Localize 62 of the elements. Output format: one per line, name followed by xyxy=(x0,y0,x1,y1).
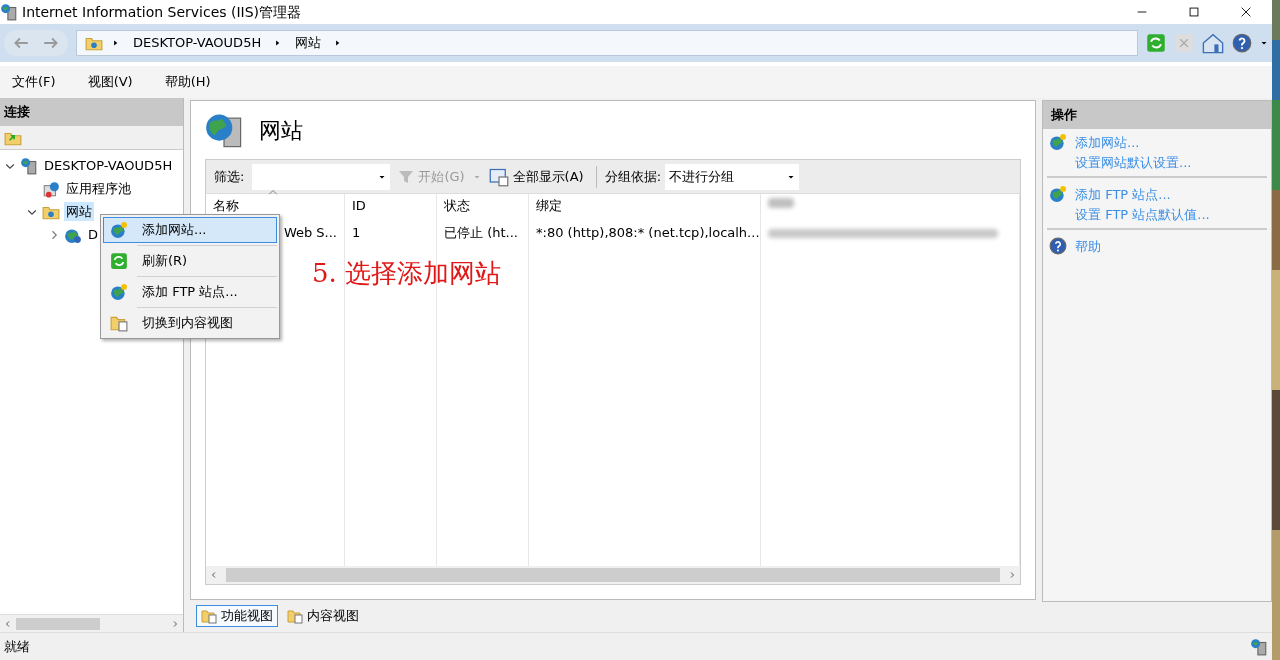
table-cell-text: *:80 (http),808:* (net.tcp),localh... xyxy=(536,224,760,243)
show-all-button[interactable]: 全部显示(A) xyxy=(484,166,588,187)
menu-item[interactable]: 添加网站... xyxy=(103,217,277,243)
column-header[interactable]: 名称 xyxy=(213,198,239,213)
menu-item[interactable]: 刷新(R) xyxy=(103,248,277,274)
document-folder-icon xyxy=(287,608,303,624)
column-header[interactable]: ID xyxy=(352,198,366,213)
maximize-icon[interactable] xyxy=(1187,5,1201,19)
table-cell-text: Web S... xyxy=(283,224,337,243)
table-cell-text: 已停止 (ht... xyxy=(444,224,518,243)
menu-item[interactable]: 文件(F) xyxy=(8,72,60,92)
refresh-list-icon xyxy=(488,166,509,187)
horizontal-scrollbar[interactable] xyxy=(0,614,183,632)
document-folder-icon xyxy=(110,314,128,332)
close-icon[interactable] xyxy=(1239,5,1253,19)
stop-icon[interactable] xyxy=(1174,33,1194,53)
address-field[interactable]: DESKTOP-VAOUD5H 网站 xyxy=(76,30,1138,56)
scroll-right-icon xyxy=(1008,571,1016,579)
server-icon xyxy=(1250,637,1268,656)
column-header[interactable]: 绑定 xyxy=(536,198,562,213)
group-by-label: 分组依据: xyxy=(604,167,662,186)
tree-item[interactable]: DESKTOP-VAOUD5H xyxy=(42,155,175,176)
view-tab[interactable]: 内容视图 xyxy=(282,605,364,627)
tree-item[interactable]: D xyxy=(86,224,100,245)
globe-add-icon xyxy=(1049,133,1067,151)
refresh-icon xyxy=(1146,33,1166,53)
panel-title: 连接 xyxy=(4,103,30,122)
scroll-left-icon xyxy=(210,571,218,579)
server-icon xyxy=(0,3,18,21)
globe-add-icon xyxy=(110,283,128,301)
filter-label: 筛选: xyxy=(214,167,245,186)
annotation-text: 5. 选择添加网站 xyxy=(312,257,502,290)
group-by-dropdown[interactable]: 不进行分组 xyxy=(665,163,800,190)
filter-field[interactable] xyxy=(252,163,391,190)
help-icon xyxy=(1232,33,1252,53)
status-text: 就绪 xyxy=(4,637,30,656)
menu-item[interactable]: 添加 FTP 站点... xyxy=(103,279,277,305)
column-header[interactable]: 状态 xyxy=(444,198,470,213)
menu-item[interactable]: 切换到内容视图 xyxy=(103,310,277,336)
document-folder-icon xyxy=(201,608,217,624)
server-icon xyxy=(20,156,38,175)
globe-add-icon xyxy=(110,221,128,239)
panel-title: 操作 xyxy=(1051,106,1077,125)
horizontal-scrollbar[interactable] xyxy=(206,566,1020,584)
dropdown-caret-icon[interactable] xyxy=(1260,39,1268,47)
scroll-right-icon xyxy=(171,619,179,628)
pool-icon xyxy=(42,179,60,198)
globe-add-icon xyxy=(1049,185,1067,203)
page-title: 网站 xyxy=(259,116,303,145)
tree-item[interactable]: 应用程序池 xyxy=(64,178,133,199)
refresh-icon xyxy=(110,252,128,270)
table-cell-text: 1 xyxy=(352,224,361,243)
home-icon[interactable] xyxy=(1202,32,1224,54)
scroll-left-icon xyxy=(4,619,12,628)
tree-item[interactable]: 网站 xyxy=(64,201,94,222)
filter-icon xyxy=(398,168,415,185)
view-tab[interactable]: 功能视图 xyxy=(196,605,278,627)
blurred-text xyxy=(768,198,794,208)
help-icon xyxy=(1049,237,1067,255)
window-title: Internet Information Services (IIS)管理器 xyxy=(22,2,302,22)
menu-item[interactable]: 视图(V) xyxy=(83,72,137,92)
menu-item[interactable]: 帮助(H) xyxy=(160,72,215,92)
